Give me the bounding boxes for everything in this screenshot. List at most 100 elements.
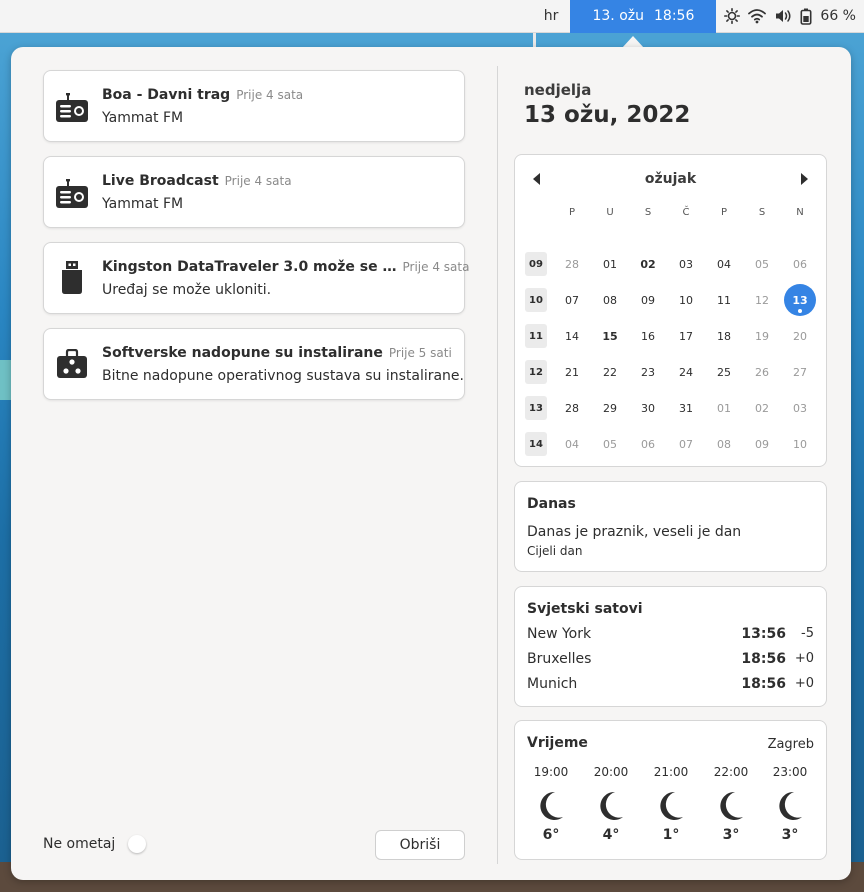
event-title: Danas je praznik, veseli je dan <box>527 524 742 540</box>
calendar-day[interactable]: 28 <box>556 392 588 424</box>
calendar-day[interactable]: 09 <box>746 428 778 460</box>
battery-percentage: 66 % <box>820 8 856 24</box>
calendar-day[interactable]: 17 <box>670 320 702 352</box>
date-time-button[interactable]: 13. ožu 18:56 <box>570 0 717 33</box>
weekday-header: Č <box>682 207 690 218</box>
moon-icon <box>597 791 625 821</box>
weather-section[interactable]: Vrijeme Zagreb 19:00 6° 20:00 4° 21:00 1° 22:0… <box>514 720 827 860</box>
week-number: 11 <box>525 324 547 348</box>
world-clock-offset: +0 <box>794 651 814 666</box>
chevron-right-icon <box>801 173 808 185</box>
calendar-day[interactable]: 21 <box>556 356 588 388</box>
calendar-day[interactable]: 01 <box>594 248 626 280</box>
calendar-day[interactable]: 03 <box>784 392 816 424</box>
calendar-day[interactable]: 12 <box>746 284 778 316</box>
notification-title: Boa - Davni trag Prije 4 sata <box>102 87 304 103</box>
calendar-day[interactable]: 01 <box>708 392 740 424</box>
calendar-day[interactable]: 10 <box>670 284 702 316</box>
calendar-day[interactable]: 05 <box>594 428 626 460</box>
do-not-disturb-label: Ne ometaj <box>43 836 116 852</box>
moon-icon <box>537 791 565 821</box>
week-number: 10 <box>525 288 547 312</box>
notification-item[interactable]: Boa - Davni trag Prije 4 sata Yammat FM <box>43 70 465 142</box>
system-status-menu[interactable]: 66 % <box>724 8 864 25</box>
calendar-day[interactable]: 23 <box>632 356 664 388</box>
notification-item[interactable]: Softverske nadopune su instalirane Prije … <box>43 328 465 400</box>
weather-location: Zagreb <box>767 737 814 752</box>
weekday-header: S <box>758 207 766 218</box>
calendar-day[interactable]: 03 <box>670 248 702 280</box>
forecast-item: 21:00 1° <box>647 765 695 843</box>
world-clocks-section[interactable]: Svjetski satovi New York 13:56 -5 Bruxel… <box>514 586 827 707</box>
moon-icon <box>717 791 745 821</box>
forecast-time: 21:00 <box>653 765 689 779</box>
calendar-day[interactable]: 02 <box>632 248 664 280</box>
world-clock-city: New York <box>527 626 592 642</box>
weekday-header: P <box>720 207 728 218</box>
notification-body: Yammat FM <box>102 196 184 212</box>
calendar-day[interactable]: 05 <box>746 248 778 280</box>
events-section[interactable]: Danas Danas je praznik, veseli je dan Ci… <box>514 481 827 572</box>
calendar-day[interactable]: 27 <box>784 356 816 388</box>
battery-icon <box>800 8 812 25</box>
world-clock-time: 18:56 <box>741 651 786 667</box>
notification-time: Prije 5 sati <box>388 346 452 360</box>
forecast-item: 23:00 3° <box>766 765 814 843</box>
keyboard-layout-indicator[interactable]: hr <box>532 0 571 33</box>
calendar-day[interactable]: 22 <box>594 356 626 388</box>
section-divider <box>497 66 498 864</box>
calendar-day[interactable]: 06 <box>632 428 664 460</box>
weekday-header: U <box>606 207 614 218</box>
clear-notifications-button[interactable]: Obriši <box>375 830 465 860</box>
current-date[interactable]: 13 ožu, 2022 <box>524 102 690 128</box>
calendar-day[interactable]: 02 <box>746 392 778 424</box>
calendar-day[interactable]: 25 <box>708 356 740 388</box>
calendar-day[interactable]: 28 <box>556 248 588 280</box>
notification-item[interactable]: Live Broadcast Prije 4 sata Yammat FM <box>43 156 465 228</box>
calendar-day[interactable]: 09 <box>632 284 664 316</box>
calendar-day[interactable]: 06 <box>784 248 816 280</box>
forecast-time: 23:00 <box>772 765 808 779</box>
calendar-day[interactable]: 04 <box>708 248 740 280</box>
calendar-day[interactable]: 31 <box>670 392 702 424</box>
usb-drive-icon <box>56 261 88 295</box>
calendar-day-today[interactable]: 13 <box>784 284 816 316</box>
calendar-day[interactable]: 08 <box>708 428 740 460</box>
forecast-temperature: 4° <box>602 827 620 843</box>
calendar-day[interactable]: 26 <box>746 356 778 388</box>
events-title: Danas <box>527 496 576 512</box>
calendar-day[interactable]: 07 <box>556 284 588 316</box>
calendar-day[interactable]: 30 <box>632 392 664 424</box>
world-clock-row: New York 13:56 -5 <box>527 626 814 646</box>
do-not-disturb-switch[interactable] <box>124 833 164 855</box>
week-number: 13 <box>525 396 547 420</box>
calendar-day[interactable]: 08 <box>594 284 626 316</box>
calendar-day[interactable]: 19 <box>746 320 778 352</box>
calendar-day[interactable]: 29 <box>594 392 626 424</box>
notification-item[interactable]: Kingston DataTraveler 3.0 može se … Prije… <box>43 242 469 314</box>
next-month-button[interactable] <box>796 171 812 187</box>
calendar-day[interactable]: 20 <box>784 320 816 352</box>
calendar-day[interactable]: 14 <box>556 320 588 352</box>
calendar-day[interactable]: 04 <box>556 428 588 460</box>
radio-icon <box>56 175 88 209</box>
world-clock-offset: -5 <box>801 626 814 641</box>
calendar-day[interactable]: 24 <box>670 356 702 388</box>
world-clock-time: 18:56 <box>741 676 786 692</box>
forecast-temperature: 3° <box>781 827 799 843</box>
calendar-day[interactable]: 18 <box>708 320 740 352</box>
notification-title: Kingston DataTraveler 3.0 može se … Prije… <box>102 259 470 275</box>
calendar-day[interactable]: 10 <box>784 428 816 460</box>
calendar-day[interactable]: 15 <box>594 320 626 352</box>
calendar-day[interactable]: 16 <box>632 320 664 352</box>
calendar-day[interactable]: 11 <box>708 284 740 316</box>
moon-icon <box>776 791 804 821</box>
week-number: 14 <box>525 432 547 456</box>
notification-title: Softverske nadopune su instalirane Prije … <box>102 345 452 361</box>
calendar-month-label: ožujak <box>644 171 697 187</box>
forecast-item: 22:00 3° <box>707 765 755 843</box>
night-light-icon <box>724 8 741 24</box>
forecast-temperature: 1° <box>662 827 680 843</box>
wifi-icon <box>748 8 767 24</box>
calendar-day[interactable]: 07 <box>670 428 702 460</box>
